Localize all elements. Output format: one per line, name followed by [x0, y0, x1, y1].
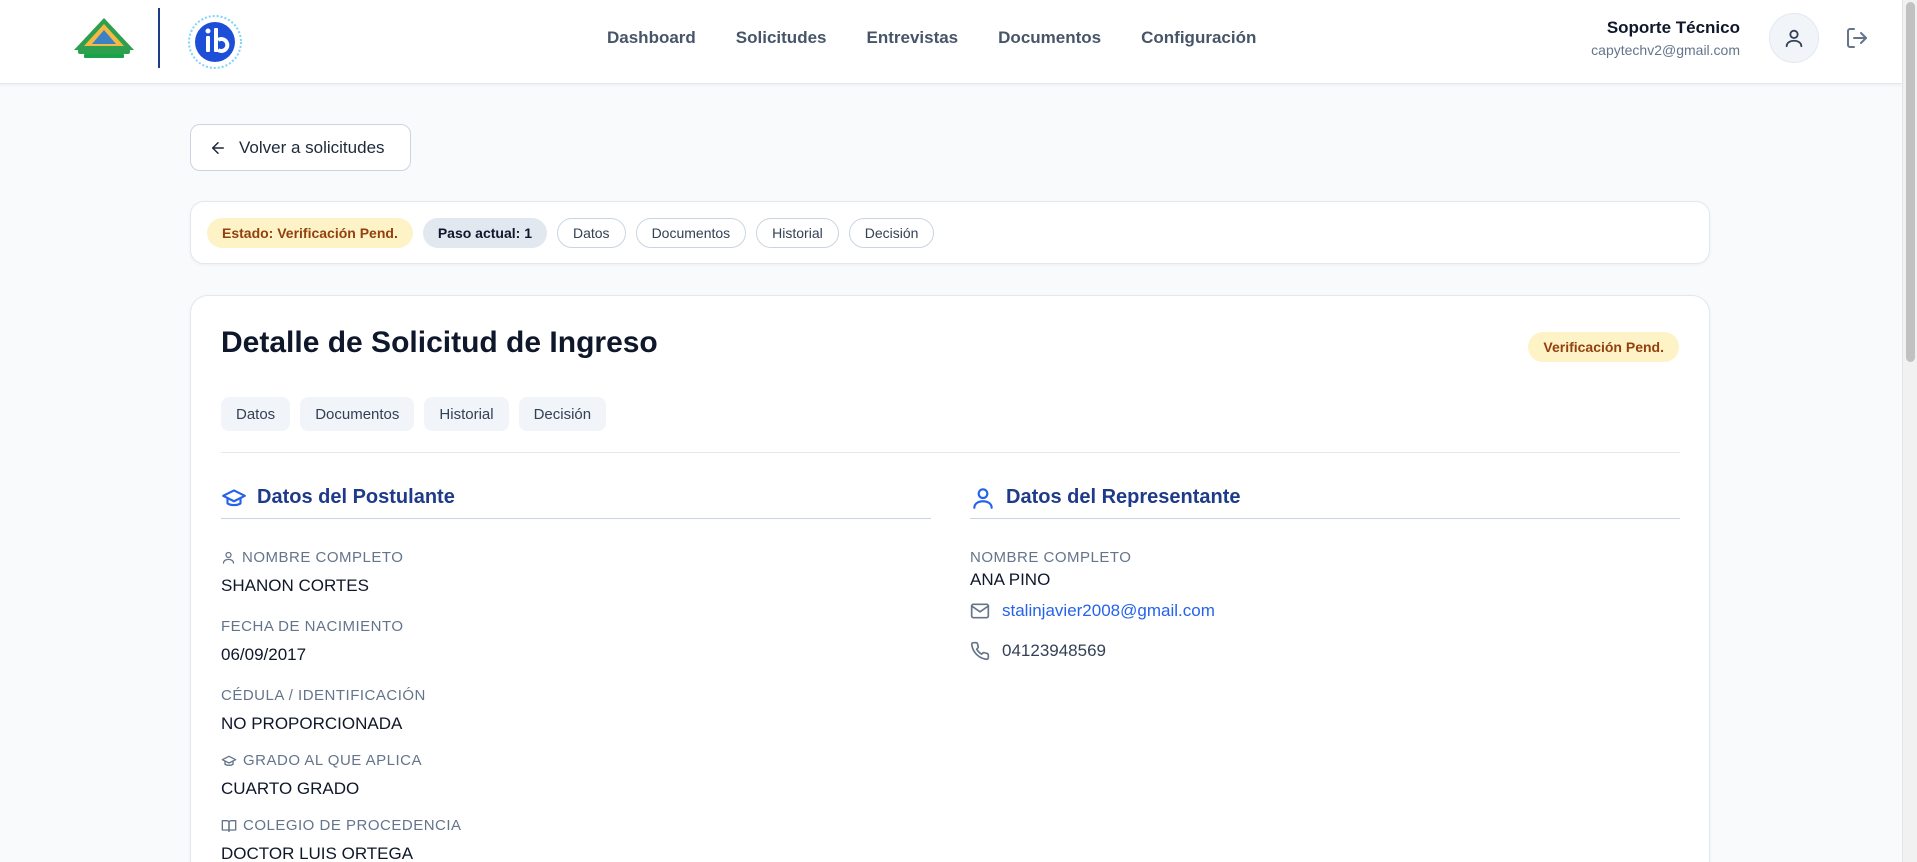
nav-solicitudes[interactable]: Solicitudes	[736, 28, 827, 48]
graduation-cap-icon	[221, 755, 237, 766]
page-scrollbar[interactable]	[1902, 0, 1917, 862]
representante-heading: Datos del Representante	[970, 483, 1680, 519]
field-label-fecha: FECHA DE NACIMIENTO	[221, 618, 404, 635]
nav-dashboard[interactable]: Dashboard	[607, 28, 696, 48]
tab-documentos[interactable]: Documentos	[300, 397, 415, 431]
field-label-grado: GRADO AL QUE APLICA	[221, 752, 422, 769]
paso-actual-badge: Paso actual: 1	[422, 217, 547, 248]
page-title: Detalle de Solicitud de Ingreso	[221, 326, 658, 359]
user-icon	[1785, 29, 1803, 48]
logout-button[interactable]	[1843, 24, 1871, 52]
main-nav: Dashboard Solicitudes Entrevistas Docume…	[607, 28, 1256, 48]
rep-phone-row: 04123948569	[970, 641, 1106, 661]
user-icon	[973, 487, 993, 509]
detail-tabs: Datos Documentos Historial Decisión	[221, 397, 607, 431]
back-to-solicitudes-button[interactable]: Volver a solicitudes	[190, 124, 411, 171]
school-logo[interactable]	[72, 16, 136, 60]
field-value-cedula: NO PROPORCIONADA	[221, 714, 403, 733]
representante-section: Datos del Representante NOMBRE COMPLETO …	[970, 483, 1680, 661]
status-badge: Verificación Pend.	[1528, 332, 1679, 362]
phone-icon	[970, 641, 990, 661]
rep-email-row: stalinjavier2008@gmail.com	[970, 601, 1215, 621]
graduation-cap-icon	[222, 488, 246, 506]
logo-divider	[158, 8, 160, 68]
status-link-documentos[interactable]: Documentos	[635, 217, 747, 248]
postulante-heading: Datos del Postulante	[221, 483, 931, 519]
scrollbar-thumb[interactable]	[1906, 2, 1915, 362]
top-navigation-bar: Dashboard Solicitudes Entrevistas Docume…	[0, 0, 1902, 84]
user-icon	[222, 551, 235, 564]
logout-icon	[1847, 28, 1867, 48]
field-value-grado: CUARTO GRADO	[221, 779, 360, 798]
field-value-colegio: DOCTOR LUIS ORTEGA	[221, 844, 414, 862]
field-value-rep-nombre: ANA PINO	[970, 570, 1051, 589]
field-label-colegio: COLEGIO DE PROCEDENCIA	[221, 817, 462, 834]
estado-badge: Estado: Verificación Pend.	[207, 217, 413, 248]
postulante-title: Datos del Postulante	[257, 486, 455, 508]
mail-icon	[970, 603, 990, 619]
field-label-cedula: CÉDULA / IDENTIFICACIÓN	[221, 687, 426, 704]
detail-card: Detalle de Solicitud de Ingreso Verifica…	[190, 295, 1710, 862]
nav-documentos[interactable]: Documentos	[998, 28, 1101, 48]
book-icon	[221, 819, 237, 832]
tab-decision[interactable]: Decisión	[518, 397, 607, 431]
status-link-historial[interactable]: Historial	[756, 217, 839, 248]
nav-entrevistas[interactable]: Entrevistas	[866, 28, 958, 48]
field-value-nombre: SHANON CORTES	[221, 576, 369, 595]
status-link-decision[interactable]: Decisión	[848, 217, 935, 248]
field-label-rep-nombre: NOMBRE COMPLETO	[970, 549, 1132, 566]
back-button-label: Volver a solicitudes	[239, 137, 385, 157]
tab-historial[interactable]: Historial	[424, 397, 509, 431]
divider	[221, 452, 1680, 453]
tab-datos[interactable]: Datos	[221, 397, 291, 431]
status-link-datos[interactable]: Datos	[556, 217, 626, 248]
field-label-nombre: NOMBRE COMPLETO	[221, 549, 403, 566]
postulante-section: Datos del Postulante NOMBRE COMPLETO SHA…	[221, 483, 931, 862]
ib-logo[interactable]	[186, 14, 244, 70]
status-bar: Estado: Verificación Pend. Paso actual: …	[190, 201, 1710, 264]
representante-title: Datos del Representante	[1006, 486, 1241, 508]
field-value-fecha: 06/09/2017	[221, 645, 307, 664]
user-name: Soporte Técnico	[1606, 18, 1740, 37]
rep-phone: 04123948569	[1002, 641, 1107, 660]
rep-email-link[interactable]: stalinjavier2008@gmail.com	[1002, 601, 1215, 621]
user-avatar-button[interactable]	[1769, 13, 1819, 63]
user-email: capytechv2@gmail.com	[1591, 42, 1740, 58]
arrow-left-icon	[212, 141, 224, 154]
nav-configuracion[interactable]: Configuración	[1141, 28, 1256, 48]
